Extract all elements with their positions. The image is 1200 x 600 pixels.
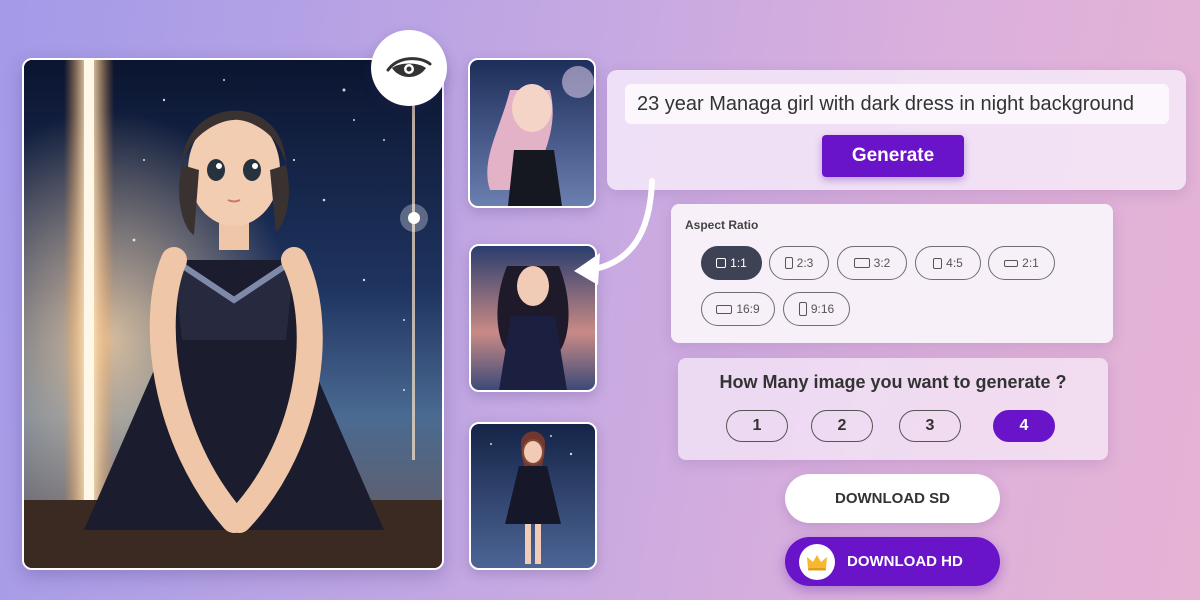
widescreen-ratio-icon — [716, 304, 733, 314]
tall-ratio-icon — [798, 302, 807, 316]
prompt-input[interactable] — [625, 84, 1169, 124]
generate-button[interactable]: Generate — [822, 135, 964, 177]
count-option-4[interactable]: 4 — [993, 410, 1055, 442]
square-ratio-icon — [716, 258, 727, 268]
ratio-option-16-9[interactable]: 16:9 — [701, 292, 775, 326]
crown-icon — [807, 554, 827, 570]
thumbnail-image-3[interactable] — [469, 422, 597, 570]
portrait-ratio-icon — [784, 257, 793, 269]
download-hd-button[interactable]: DOWNLOAD HD — [785, 537, 1000, 586]
ratio-label: 9:16 — [810, 302, 835, 316]
ratio-option-9-16[interactable]: 9:16 — [783, 292, 850, 326]
download-hd-label: DOWNLOAD HD — [847, 553, 963, 570]
ratio-label: 4:5 — [946, 256, 963, 270]
wide-ratio-icon — [1004, 259, 1019, 267]
ratio-option-4-5[interactable]: 4:5 — [915, 246, 981, 280]
ratio-label: 1:1 — [730, 256, 747, 270]
image-count-question: How Many image you want to generate ? — [719, 372, 1067, 392]
main-generated-image[interactable] — [22, 58, 444, 570]
ratio-label: 2:3 — [796, 256, 814, 270]
premium-badge — [799, 543, 835, 580]
ratio-label: 2:1 — [1022, 256, 1039, 270]
ratio-option-3-2[interactable]: 3:2 — [837, 246, 907, 280]
ratio-label: 16:9 — [736, 302, 760, 316]
count-option-3[interactable]: 3 — [899, 410, 961, 442]
ratio-option-2-1[interactable]: 2:1 — [988, 246, 1055, 280]
preview-eye-button[interactable] — [371, 30, 447, 106]
count-option-2[interactable]: 2 — [811, 410, 873, 442]
prompt-panel: Generate — [607, 70, 1186, 190]
curved-arrow-icon — [574, 178, 655, 285]
thumbnail-art-3 — [471, 424, 595, 568]
anime-girl-illustration — [24, 60, 442, 568]
count-option-1[interactable]: 1 — [726, 410, 788, 442]
download-sd-button[interactable]: DOWNLOAD SD — [785, 474, 1000, 523]
eye-icon — [386, 57, 432, 77]
ratio-label: 3:2 — [873, 256, 891, 270]
aspect-ratio-title: Aspect Ratio — [685, 218, 759, 232]
image-count-panel: How Many image you want to generate ? 1 … — [678, 358, 1108, 460]
portrait-ratio-icon — [933, 257, 943, 269]
app-canvas: Generate Aspect Ratio 1:1 2:3 3:2 4:5 2:… — [0, 0, 1200, 600]
aspect-ratio-panel: Aspect Ratio 1:1 2:3 3:2 4:5 2:1 16:9 9:… — [671, 204, 1113, 343]
ratio-option-1-1[interactable]: 1:1 — [701, 246, 762, 280]
ratio-option-2-3[interactable]: 2:3 — [769, 246, 829, 280]
landscape-ratio-icon — [853, 258, 870, 268]
